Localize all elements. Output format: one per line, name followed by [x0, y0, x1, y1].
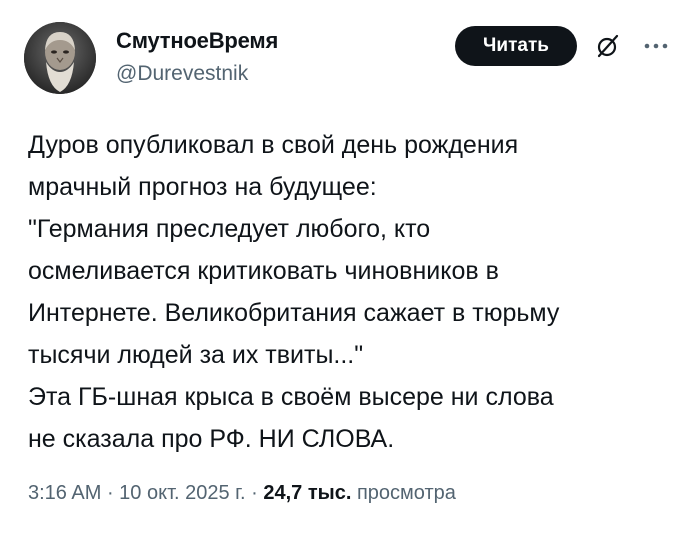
grok-slash-icon: [597, 34, 619, 58]
tweet-text-line: осмеливается критиковать чиновников в: [28, 257, 499, 285]
tweet-text-line: Дуров опубликовал в свой день рождения: [28, 131, 519, 159]
grok-button[interactable]: [590, 28, 626, 64]
views-label: просмотра: [351, 482, 456, 504]
follow-button[interactable]: Читать: [455, 26, 577, 66]
more-dots-icon: [644, 43, 668, 49]
views-count[interactable]: 24,7 тыс.: [263, 482, 351, 504]
tweet-text-line: "Германия преследует любого, кто: [28, 215, 431, 243]
tweet-text-line: мрачный прогноз на будущее:: [28, 173, 377, 201]
avatar-portrait-image: [24, 22, 96, 94]
tweet-card: СмутноеВремя @Durevestnik Читать Дуров о…: [0, 0, 700, 534]
tweet-text-line: Эта ГБ-шная крыса в своём высере ни слов…: [28, 383, 554, 411]
tweet-date[interactable]: 10 окт. 2025 г.: [119, 482, 245, 504]
meta-separator: ·: [245, 482, 264, 504]
tweet-time[interactable]: 3:16 AM: [28, 482, 101, 504]
tweet-text: Дуров опубликовал в свой день рождения м…: [28, 124, 678, 460]
tweet-text-line: тысячи людей за их твиты...": [28, 341, 364, 369]
tweet-text-line: Интернете. Великобритания сажает в тюрьм…: [28, 299, 560, 327]
tweet-meta: 3:16 AM · 10 окт. 2025 г. · 24,7 тыс. пр…: [28, 482, 456, 505]
more-options-button[interactable]: [638, 28, 674, 64]
author-display-name[interactable]: СмутноеВремя: [116, 28, 278, 54]
avatar[interactable]: [24, 22, 96, 94]
tweet-text-line: не сказала про РФ. НИ СЛОВА.: [28, 425, 395, 453]
author-handle[interactable]: @Durevestnik: [116, 62, 248, 86]
meta-separator: ·: [101, 482, 120, 504]
